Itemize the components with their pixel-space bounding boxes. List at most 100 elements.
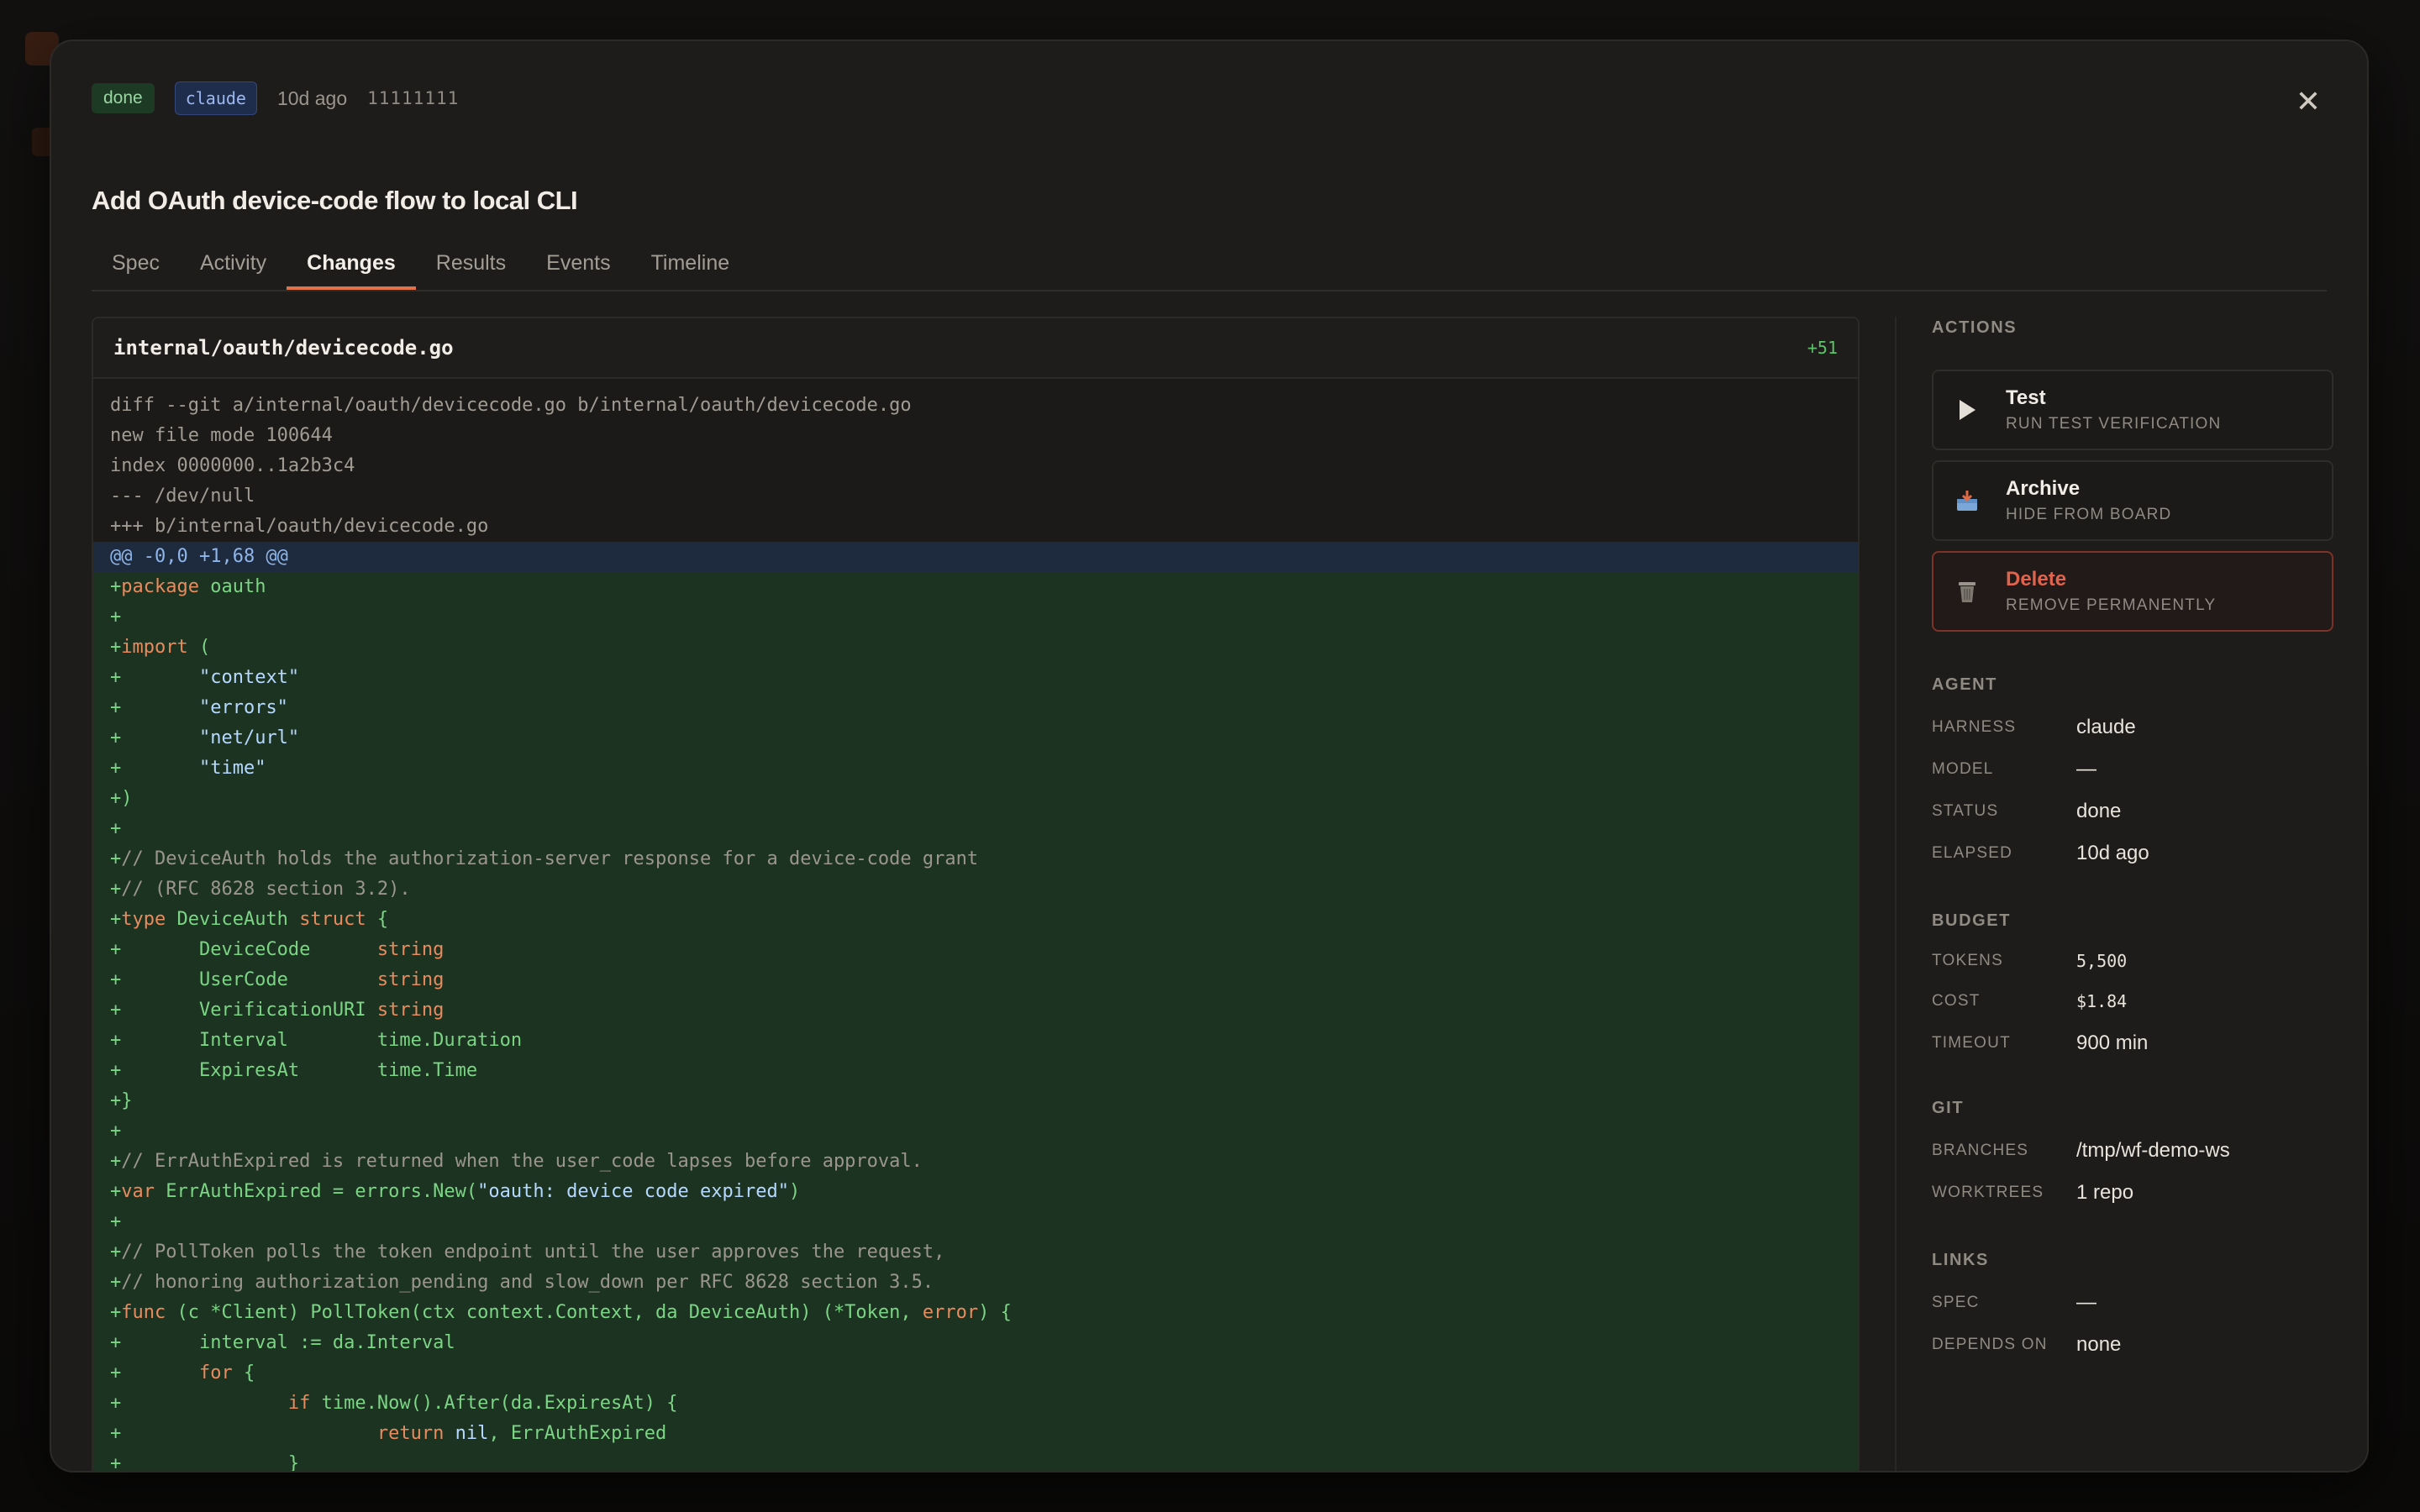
field-value: $1.84 xyxy=(2076,991,2128,1011)
diff-added-line: +func (c *Client) PollToken(ctx context.… xyxy=(93,1298,1858,1328)
task-title: Add OAuth device-code flow to local CLI xyxy=(92,186,578,215)
field-label: HARNESS xyxy=(1932,718,2017,736)
diff-added-line: + xyxy=(93,1116,1858,1147)
status-badge: done xyxy=(92,83,155,113)
delete-button-label: Delete xyxy=(2006,568,2067,591)
delete-button[interactable]: Delete REMOVE PERMANENTLY xyxy=(1932,551,2333,632)
diff-token: + xyxy=(110,909,122,930)
diff-token: struct xyxy=(299,909,366,930)
diff-added-line: +) xyxy=(93,784,1858,814)
close-icon[interactable]: ✕ xyxy=(2290,83,2327,120)
diff-token: // ErrAuthExpired is returned when the u… xyxy=(121,1151,923,1172)
diff-token: @@ -0,0 +1,68 @@ xyxy=(110,546,288,567)
tab-results[interactable]: Results xyxy=(416,243,526,281)
diff-token: + DeviceCode xyxy=(110,939,377,960)
diff-added-line: + "context" xyxy=(93,663,1858,693)
field-value: 5,500 xyxy=(2076,951,2128,971)
diff-added-line: + xyxy=(93,814,1858,844)
diff-added-line: + UserCode string xyxy=(93,965,1858,995)
diff-token: + xyxy=(110,848,122,869)
field-value: claude xyxy=(2076,716,2136,738)
archive-button[interactable]: Archive HIDE FROM BOARD xyxy=(1932,460,2333,541)
tab-events[interactable]: Events xyxy=(526,243,630,281)
diff-token: string xyxy=(376,969,445,990)
diff-token: ( xyxy=(187,637,211,658)
tab-timeline[interactable]: Timeline xyxy=(631,243,750,281)
diff-token: func xyxy=(121,1302,166,1323)
field-label: COST xyxy=(1932,992,1981,1010)
field-value: none xyxy=(2076,1333,2122,1356)
tab-activity[interactable]: Activity xyxy=(180,243,287,281)
budget-section: TOKENS 5,500 COST $1.84 TIMEOUT 900 min xyxy=(1932,941,2333,1065)
diff-token: (c *Client) PollToken(ctx context.Contex… xyxy=(166,1302,923,1323)
diff-token: + xyxy=(110,1272,122,1293)
field-label: STATUS xyxy=(1932,802,1999,820)
diff-token: string xyxy=(376,939,445,960)
diff-token: + xyxy=(110,1121,122,1142)
diff-token: --- /dev/null xyxy=(110,486,255,507)
tab-bar: Spec Activity Changes Results Events Tim… xyxy=(92,243,2327,291)
diff-token: + } xyxy=(110,1453,300,1473)
diff-token: var xyxy=(121,1181,155,1202)
diff-added-line: +// PollToken polls the token endpoint u… xyxy=(93,1237,1858,1268)
section-title-actions: ACTIONS xyxy=(1932,318,2018,337)
tab-changes[interactable]: Changes xyxy=(287,243,416,290)
diff-panel: internal/oauth/devicecode.go +51 diff --… xyxy=(92,317,1860,1473)
diff-added-line: +type DeviceAuth struct { xyxy=(93,905,1858,935)
diff-token: + ExpiresAt time.Time xyxy=(110,1060,478,1081)
diff-token: // DeviceAuth holds the authorization-se… xyxy=(121,848,979,869)
links-depends-row: DEPENDS ON none xyxy=(1932,1324,2333,1366)
git-worktrees-row: WORKTREES 1 repo xyxy=(1932,1172,2333,1214)
diff-file-name: internal/oauth/devicecode.go xyxy=(113,336,454,360)
diff-token: { xyxy=(232,1362,255,1383)
archive-button-sub: HIDE FROM BOARD xyxy=(2006,506,2172,523)
field-value: 900 min xyxy=(2076,1032,2149,1054)
diff-added-line: + interval := da.Interval xyxy=(93,1328,1858,1358)
git-branches-row: BRANCHES/tmp/wf-demo-ws xyxy=(1932,1130,2333,1172)
delete-button-sub: REMOVE PERMANENTLY xyxy=(2006,596,2217,614)
diff-token: + xyxy=(110,818,122,839)
task-meta-row: done claude 10d ago 11111111 xyxy=(92,81,459,115)
diff-added-line: + "net/url" xyxy=(93,723,1858,753)
test-button[interactable]: Test RUN TEST VERIFICATION xyxy=(1932,370,2333,450)
git-section: BRANCHES/tmp/wf-demo-ws WORKTREES 1 repo xyxy=(1932,1130,2333,1214)
agent-badge: claude xyxy=(174,81,257,115)
field-value: /tmp/wf-demo-ws xyxy=(2076,1139,2230,1162)
task-detail-modal: done claude 10d ago 11111111 ✕ Add OAuth… xyxy=(50,39,2369,1473)
diff-token: + xyxy=(110,1423,377,1444)
diff-token: + UserCode xyxy=(110,969,377,990)
archive-button-label: Archive xyxy=(2006,477,2081,500)
field-value: done xyxy=(2076,800,2122,822)
diff-added-line: + VerificationURI string xyxy=(93,995,1858,1026)
diff-added-line: + xyxy=(93,1207,1858,1237)
diff-token: // (RFC 8628 section 3.2). xyxy=(121,879,411,900)
diff-token: +) xyxy=(110,788,133,809)
diff-meta-line: diff --git a/internal/oauth/devicecode.g… xyxy=(93,391,1858,421)
details-sidebar: ACTIONS Test RUN TEST VERIFICATION Archi… xyxy=(1895,317,2333,1471)
diff-token: + Interval time.Duration xyxy=(110,1030,523,1051)
archive-icon xyxy=(1954,487,1981,514)
diff-token: "context" xyxy=(198,667,300,688)
diff-token: string xyxy=(376,1000,445,1021)
diff-body: diff --git a/internal/oauth/devicecode.g… xyxy=(93,379,1858,1473)
diff-added-line: + return nil, ErrAuthExpired xyxy=(93,1419,1858,1449)
diff-token: + xyxy=(110,1151,122,1172)
diff-token: + xyxy=(110,1362,199,1383)
diff-token: + xyxy=(110,576,122,597)
diff-token: + xyxy=(110,1181,122,1202)
budget-cost-row: COST $1.84 xyxy=(1932,981,2333,1021)
diff-token: { xyxy=(366,909,389,930)
agent-harness-row: HARNESS claude xyxy=(1932,706,2333,748)
diff-token: if xyxy=(287,1393,311,1414)
diff-added-line: +import ( xyxy=(93,633,1858,663)
diff-token: ErrAuthExpired = errors.New( xyxy=(155,1181,478,1202)
diff-token: + xyxy=(110,1393,288,1414)
diff-token: for xyxy=(198,1362,233,1383)
tab-spec[interactable]: Spec xyxy=(92,243,180,281)
field-label: DEPENDS ON xyxy=(1932,1336,2048,1353)
diff-added-line: +var ErrAuthExpired = errors.New("oauth:… xyxy=(93,1177,1858,1207)
diff-token: +} xyxy=(110,1090,133,1111)
diff-token: new file mode 100644 xyxy=(110,425,333,446)
diff-token: ) { xyxy=(978,1302,1012,1323)
diff-added-line: + DeviceCode string xyxy=(93,935,1858,965)
